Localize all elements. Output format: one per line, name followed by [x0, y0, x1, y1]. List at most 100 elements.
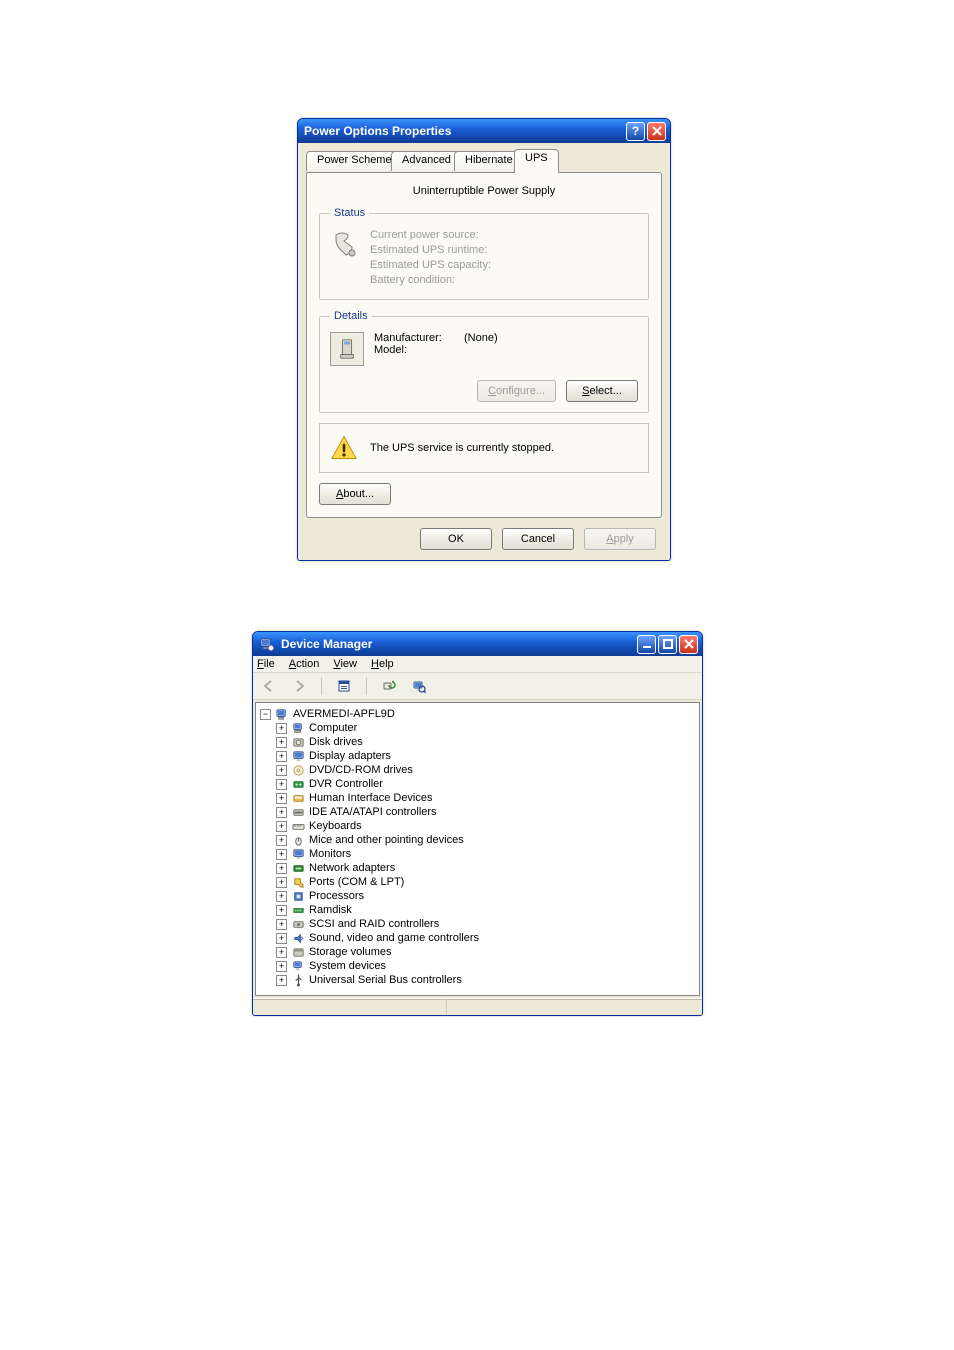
expand-icon[interactable]: +: [276, 891, 287, 902]
tree-node-label: Human Interface Devices: [309, 792, 433, 804]
power-options-body: Power Schemes Advanced Hibernate UPS Uni…: [298, 143, 670, 560]
status-line-battery: Battery condition:: [370, 274, 491, 286]
minimize-button[interactable]: [637, 635, 656, 654]
monitor-icon: [291, 847, 305, 861]
tab-page-ups: Uninterruptible Power Supply Status Curr…: [306, 172, 662, 518]
expand-icon[interactable]: +: [276, 919, 287, 930]
warning-icon: [330, 434, 358, 462]
expand-icon[interactable]: +: [276, 975, 287, 986]
tree-node[interactable]: +Computer: [258, 721, 697, 735]
tree-node-label: DVR Controller: [309, 778, 383, 790]
tree-node[interactable]: +DVD/CD-ROM drives: [258, 763, 697, 777]
storage-icon: [291, 945, 305, 959]
tree-node[interactable]: +Keyboards: [258, 819, 697, 833]
close-button[interactable]: [647, 122, 666, 141]
system-icon: [291, 959, 305, 973]
expand-icon[interactable]: +: [276, 765, 287, 776]
tree-node[interactable]: +Sound, video and game controllers: [258, 931, 697, 945]
device-tree[interactable]: − AVERMEDI-APFL9D +Computer+Disk drives+…: [255, 702, 700, 996]
apply-button: Apply: [584, 528, 656, 550]
expand-icon[interactable]: +: [276, 723, 287, 734]
warning-box: The UPS service is currently stopped.: [319, 423, 649, 473]
cpu-icon: [291, 889, 305, 903]
expand-icon[interactable]: +: [276, 905, 287, 916]
scsi-icon: [291, 917, 305, 931]
tree-node[interactable]: +Disk drives: [258, 735, 697, 749]
manufacturer-label: Manufacturer:: [374, 332, 446, 344]
ram-icon: [291, 903, 305, 917]
tree-node[interactable]: +Monitors: [258, 847, 697, 861]
tree-node[interactable]: + Ports (COM & LPT): [258, 875, 697, 889]
tree-node[interactable]: + IDE ATA/ATAPI controllers: [258, 805, 697, 819]
expand-icon[interactable]: +: [276, 793, 287, 804]
minimize-icon: [642, 639, 652, 649]
tab-advanced[interactable]: Advanced: [391, 151, 462, 171]
statusbar: [253, 998, 702, 1015]
tree-node-label: Ports (COM & LPT): [309, 876, 404, 888]
about-button[interactable]: About...: [319, 483, 391, 505]
menu-help[interactable]: Help: [371, 658, 394, 670]
tree-node[interactable]: + SCSI and RAID controllers: [258, 917, 697, 931]
maximize-button[interactable]: [658, 635, 677, 654]
nav-back-button: [257, 675, 281, 697]
tree-node[interactable]: + DVR Controller: [258, 777, 697, 791]
group-details-legend: Details: [330, 310, 372, 322]
ups-status-icon: [330, 229, 362, 261]
network-icon: [291, 861, 305, 875]
expand-icon[interactable]: +: [276, 737, 287, 748]
tool-refresh-button[interactable]: [377, 675, 401, 697]
tree-node[interactable]: +System devices: [258, 959, 697, 973]
tab-ups[interactable]: UPS: [514, 149, 559, 173]
toolbar-separator: [366, 677, 367, 695]
expand-icon[interactable]: +: [276, 961, 287, 972]
tree-node[interactable]: +Universal Serial Bus controllers: [258, 973, 697, 987]
tree-root-row[interactable]: − AVERMEDI-APFL9D: [258, 707, 697, 721]
expand-icon[interactable]: +: [276, 863, 287, 874]
expand-icon[interactable]: +: [276, 877, 287, 888]
menu-action[interactable]: Action: [289, 658, 320, 670]
ups-device-icon: [330, 332, 364, 366]
select-button[interactable]: Select...: [566, 380, 638, 402]
tree-node[interactable]: +Ramdisk: [258, 903, 697, 917]
tree-node[interactable]: +Network adapters: [258, 861, 697, 875]
expand-icon[interactable]: +: [276, 821, 287, 832]
cancel-button[interactable]: Cancel: [502, 528, 574, 550]
cd-icon: [291, 763, 305, 777]
properties-icon: [337, 679, 351, 693]
tab-bar: Power Schemes Advanced Hibernate UPS: [306, 149, 662, 173]
expand-icon[interactable]: +: [276, 779, 287, 790]
toolbar-separator: [321, 677, 322, 695]
menu-view[interactable]: View: [333, 658, 357, 670]
status-line-power-source: Current power source:: [370, 229, 491, 241]
tree-node-label: SCSI and RAID controllers: [309, 918, 439, 930]
tree-node[interactable]: +Storage volumes: [258, 945, 697, 959]
ok-button[interactable]: OK: [420, 528, 492, 550]
tool-properties-button[interactable]: [332, 675, 356, 697]
tree-node[interactable]: +Mice and other pointing devices: [258, 833, 697, 847]
expand-icon[interactable]: +: [276, 849, 287, 860]
tree-node[interactable]: + Human Interface Devices: [258, 791, 697, 805]
help-button[interactable]: ?: [626, 122, 645, 141]
warning-text: The UPS service is currently stopped.: [370, 442, 554, 454]
tool-scan-button[interactable]: [407, 675, 431, 697]
expand-icon[interactable]: +: [276, 751, 287, 762]
computer-icon: [291, 721, 305, 735]
tree-node-label: IDE ATA/ATAPI controllers: [309, 806, 437, 818]
display-icon: [291, 749, 305, 763]
expand-icon[interactable]: +: [276, 933, 287, 944]
expand-icon[interactable]: +: [276, 807, 287, 818]
status-line-capacity: Estimated UPS capacity:: [370, 259, 491, 271]
statusbar-pane: [253, 999, 447, 1015]
close-button[interactable]: [679, 635, 698, 654]
computer-root-icon: [275, 707, 289, 721]
tree-node[interactable]: +Processors: [258, 889, 697, 903]
device-manager-app-icon: [259, 636, 275, 652]
collapse-icon[interactable]: −: [260, 709, 271, 720]
arrow-left-icon: [262, 679, 276, 693]
manufacturer-value: (None): [464, 332, 498, 344]
expand-icon[interactable]: +: [276, 947, 287, 958]
expand-icon[interactable]: +: [276, 835, 287, 846]
tree-node[interactable]: +Display adapters: [258, 749, 697, 763]
menu-file[interactable]: File: [257, 658, 275, 670]
device-manager-window: Device Manager File Action View Help: [252, 631, 703, 1016]
